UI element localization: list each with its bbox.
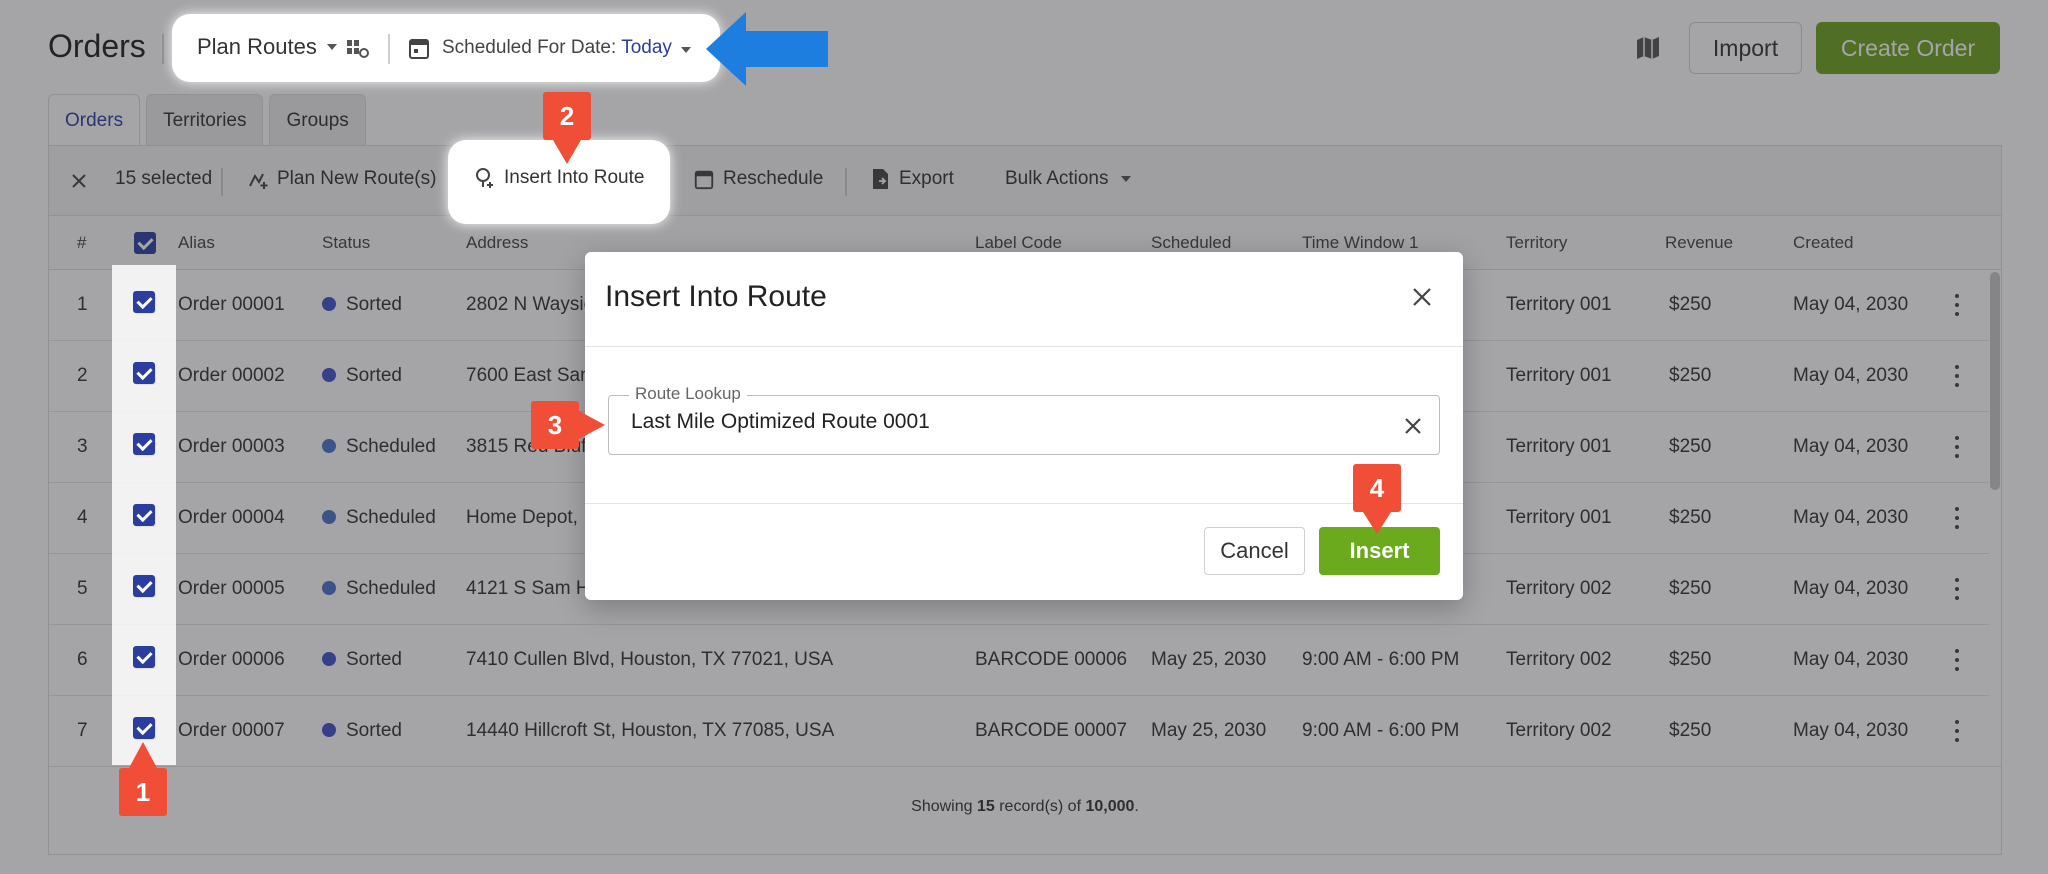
row-checkbox-highlighted[interactable] xyxy=(133,504,155,526)
divider xyxy=(585,503,1463,504)
insert-into-route-label: Insert Into Route xyxy=(504,167,645,188)
row-checkbox-highlighted[interactable] xyxy=(133,291,155,313)
row-checkbox-highlighted[interactable] xyxy=(133,717,155,739)
divider xyxy=(388,34,390,64)
row-checkbox-highlighted[interactable] xyxy=(133,646,155,668)
row-checkbox-highlighted[interactable] xyxy=(133,575,155,597)
cancel-button[interactable]: Cancel xyxy=(1204,527,1305,575)
insert-into-route-dialog: Insert Into Route Route Lookup Cancel In… xyxy=(585,252,1463,600)
calendar-icon xyxy=(409,39,429,59)
annotation-badge-4: 4 xyxy=(1353,464,1401,512)
scheduled-date-filter-front[interactable]: Scheduled For Date: Today xyxy=(442,37,692,59)
annotation-arrow-icon xyxy=(706,12,828,86)
badge-arrow-icon xyxy=(129,742,157,768)
chevron-down-icon xyxy=(681,47,692,53)
chevron-down-icon xyxy=(326,44,337,50)
badge-arrow-icon xyxy=(553,140,581,164)
scheduled-date-value: Today xyxy=(621,37,672,58)
scheduled-date-label: Scheduled For Date: xyxy=(442,37,617,58)
plan-routes-dropdown-front[interactable]: Plan Routes xyxy=(197,34,337,60)
close-icon[interactable] xyxy=(1411,286,1433,308)
annotation-badge-3: 3 xyxy=(531,401,579,449)
plan-routes-label: Plan Routes xyxy=(197,34,317,59)
insert-into-route-button-front[interactable]: Insert Into Route xyxy=(474,167,644,189)
route-grid-icon[interactable] xyxy=(346,38,370,60)
annotation-badge-2: 2 xyxy=(543,92,591,140)
row-checkbox-highlighted[interactable] xyxy=(133,362,155,384)
route-lookup-field: Route Lookup xyxy=(608,384,1440,455)
clear-icon[interactable] xyxy=(1403,416,1423,436)
dialog-title: Insert Into Route xyxy=(605,280,827,313)
route-lookup-label: Route Lookup xyxy=(629,384,747,404)
divider xyxy=(585,346,1463,347)
badge-arrow-icon xyxy=(579,411,605,439)
insert-button[interactable]: Insert xyxy=(1319,527,1440,575)
badge-arrow-icon xyxy=(1363,512,1391,534)
route-lookup-input[interactable] xyxy=(631,410,1371,434)
row-checkbox-highlighted[interactable] xyxy=(133,433,155,455)
pin-plus-icon xyxy=(476,168,493,188)
annotation-badge-1: 1 xyxy=(119,768,167,816)
